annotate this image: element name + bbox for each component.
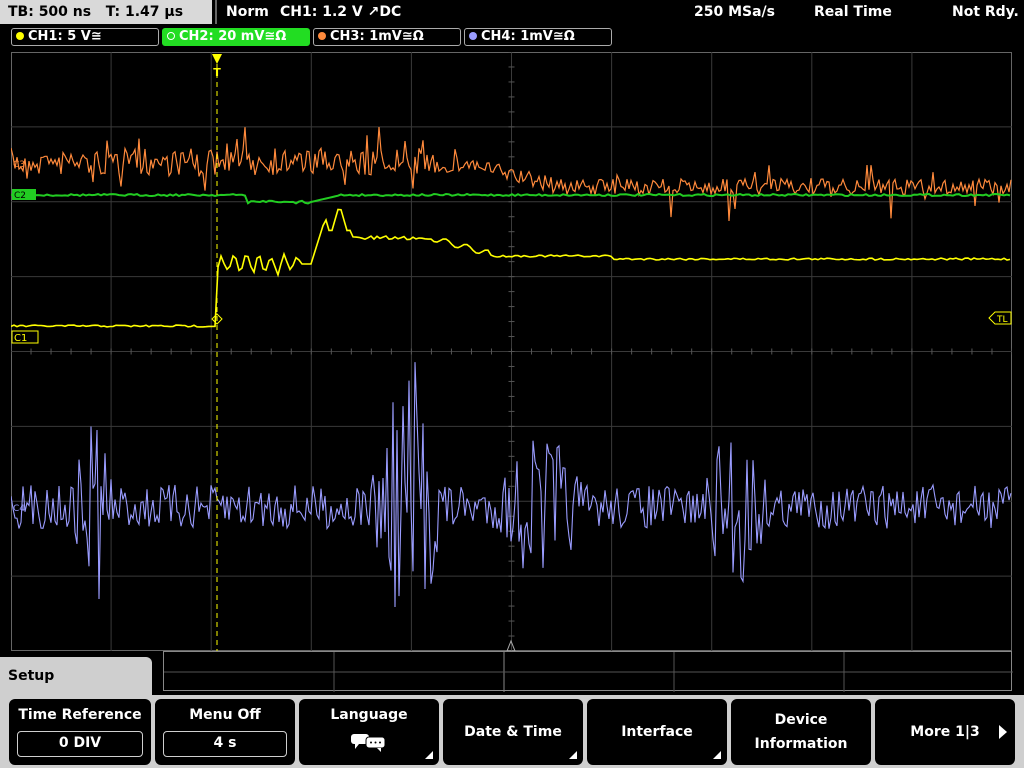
- tab-ch4-label: CH4: 1mV≅Ω: [481, 29, 575, 44]
- more-label: More 1|3: [910, 724, 980, 740]
- tab-ch4[interactable]: CH4: 1mV≅Ω: [464, 28, 612, 46]
- sample-rate: 250 MSa/s: [694, 4, 776, 20]
- tab-ch1-label: CH1: 5 V≅: [28, 29, 102, 44]
- trigger-level-marker[interactable]: TL: [988, 311, 1012, 325]
- trigger-level-label: TL: [996, 315, 1008, 325]
- tab-ch1[interactable]: CH1: 5 V≅: [11, 28, 159, 46]
- ch1-marker-label: C1: [14, 333, 27, 344]
- ch3-color-dot: [318, 31, 326, 40]
- status-divider: [215, 0, 217, 24]
- ch4-color-dot: [469, 31, 477, 40]
- time-reference-label: Time Reference: [18, 707, 142, 723]
- tab-ch2[interactable]: CH2: 20 mV≅Ω: [162, 28, 310, 46]
- waveform-canvas: T C1 C2 C3 C4 TL: [11, 52, 1012, 651]
- trigger-mode[interactable]: Norm: [226, 0, 269, 24]
- trigger-pos-label: T: [213, 66, 221, 79]
- submenu-indicator-icon: [713, 751, 721, 759]
- timebase-box[interactable]: TB: 500 ns T: 1.47 µs: [0, 0, 212, 24]
- submenu-indicator-icon: [569, 751, 577, 759]
- acquisition-state: Not Rdy.: [952, 4, 1019, 20]
- language-label: Language: [330, 707, 408, 723]
- menu-off-button[interactable]: Menu Off 4 s: [153, 697, 297, 767]
- zoom-overview-strip[interactable]: [163, 651, 1013, 692]
- graticule: [11, 52, 1012, 651]
- time-reference-value: 0 DIV: [17, 731, 143, 757]
- device-info-line2: Information: [754, 736, 848, 752]
- device-info-line1: Device: [774, 712, 828, 728]
- ch2-color-dot: [167, 31, 175, 40]
- ch3-marker-label: C3: [13, 160, 25, 170]
- language-button[interactable]: Language: [297, 697, 441, 767]
- tab-ch3[interactable]: CH3: 1mV≅Ω: [313, 28, 461, 46]
- trigger-arrow-icon: [212, 54, 222, 64]
- ch1-color-dot: [16, 31, 24, 40]
- tab-ch2-label: CH2: 20 mV≅Ω: [179, 29, 287, 44]
- device-information-button[interactable]: Device Information: [729, 697, 873, 767]
- ch2-offset-marker[interactable]: C2: [12, 189, 36, 201]
- acquisition-mode: Real Time: [814, 4, 892, 20]
- next-page-arrow-icon: [999, 725, 1007, 739]
- ch4-marker-label: C4: [13, 504, 25, 514]
- ch2-marker-label: C2: [14, 191, 26, 201]
- date-time-button[interactable]: Date & Time: [441, 697, 585, 767]
- menu-off-value: 4 s: [163, 731, 287, 757]
- trigger-position-marker[interactable]: T: [212, 54, 222, 79]
- interface-button[interactable]: Interface: [585, 697, 729, 767]
- ch4-offset-marker[interactable]: C4: [13, 504, 25, 514]
- timebase-readout: TB: 500 ns: [8, 4, 92, 20]
- tab-ch3-label: CH3: 1mV≅Ω: [330, 29, 424, 44]
- submenu-indicator-icon: [425, 751, 433, 759]
- interface-label: Interface: [621, 724, 693, 740]
- overview-grid: [164, 652, 1013, 692]
- speech-bubbles-icon: [351, 734, 386, 752]
- status-bar: TB: 500 ns T: 1.47 µs Norm CH1: 1.2 V ↗D…: [0, 0, 1024, 26]
- ch1-offset-marker[interactable]: C1: [11, 330, 39, 344]
- time-reference-button[interactable]: Time Reference 0 DIV: [7, 697, 153, 767]
- ch3-offset-marker[interactable]: C3: [13, 160, 25, 170]
- ch1-trace: [11, 208, 1011, 328]
- menu-off-label: Menu Off: [189, 707, 261, 723]
- more-button[interactable]: More 1|3: [873, 697, 1017, 767]
- trigger-info[interactable]: CH1: 1.2 V ↗DC: [280, 0, 401, 24]
- date-time-label: Date & Time: [464, 724, 562, 740]
- trigger-time-readout: T: 1.47 µs: [105, 4, 184, 20]
- menu-title: Setup: [0, 657, 152, 697]
